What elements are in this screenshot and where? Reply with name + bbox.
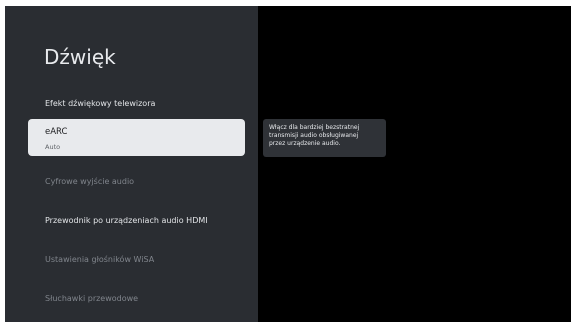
menu-item-hdmi-audio-guide[interactable]: Przewodnik po urządzeniach audio HDMI (45, 216, 208, 225)
tv-screen: Dźwięk Efekt dźwiękowy telewizora eARC A… (5, 6, 571, 322)
earc-label: eARC (45, 127, 68, 137)
menu-item-wisa-speaker-settings[interactable]: Ustawienia głośników WiSA (45, 255, 154, 264)
description-line: przez urządzenie audio. (269, 140, 341, 147)
menu-item-tv-sound-effect[interactable]: Efekt dźwiękowy telewizora (45, 99, 155, 108)
description-tooltip: Włącz dla bardziej bezstratnej transmisj… (263, 119, 386, 157)
menu-item-digital-audio-output[interactable]: Cyfrowe wyjście audio (45, 177, 134, 186)
menu-item-wired-headphones[interactable]: Słuchawki przewodowe (45, 294, 138, 303)
settings-panel: Dźwięk Efekt dźwiękowy telewizora eARC A… (5, 6, 258, 322)
menu-item-earc[interactable]: eARC Auto (28, 119, 245, 156)
page-title: Dźwięk (44, 45, 116, 69)
earc-value: Auto (45, 143, 61, 151)
description-line: transmisji audio obsługiwanej (269, 132, 359, 139)
description-line: Włącz dla bardziej bezstratnej (269, 124, 360, 131)
